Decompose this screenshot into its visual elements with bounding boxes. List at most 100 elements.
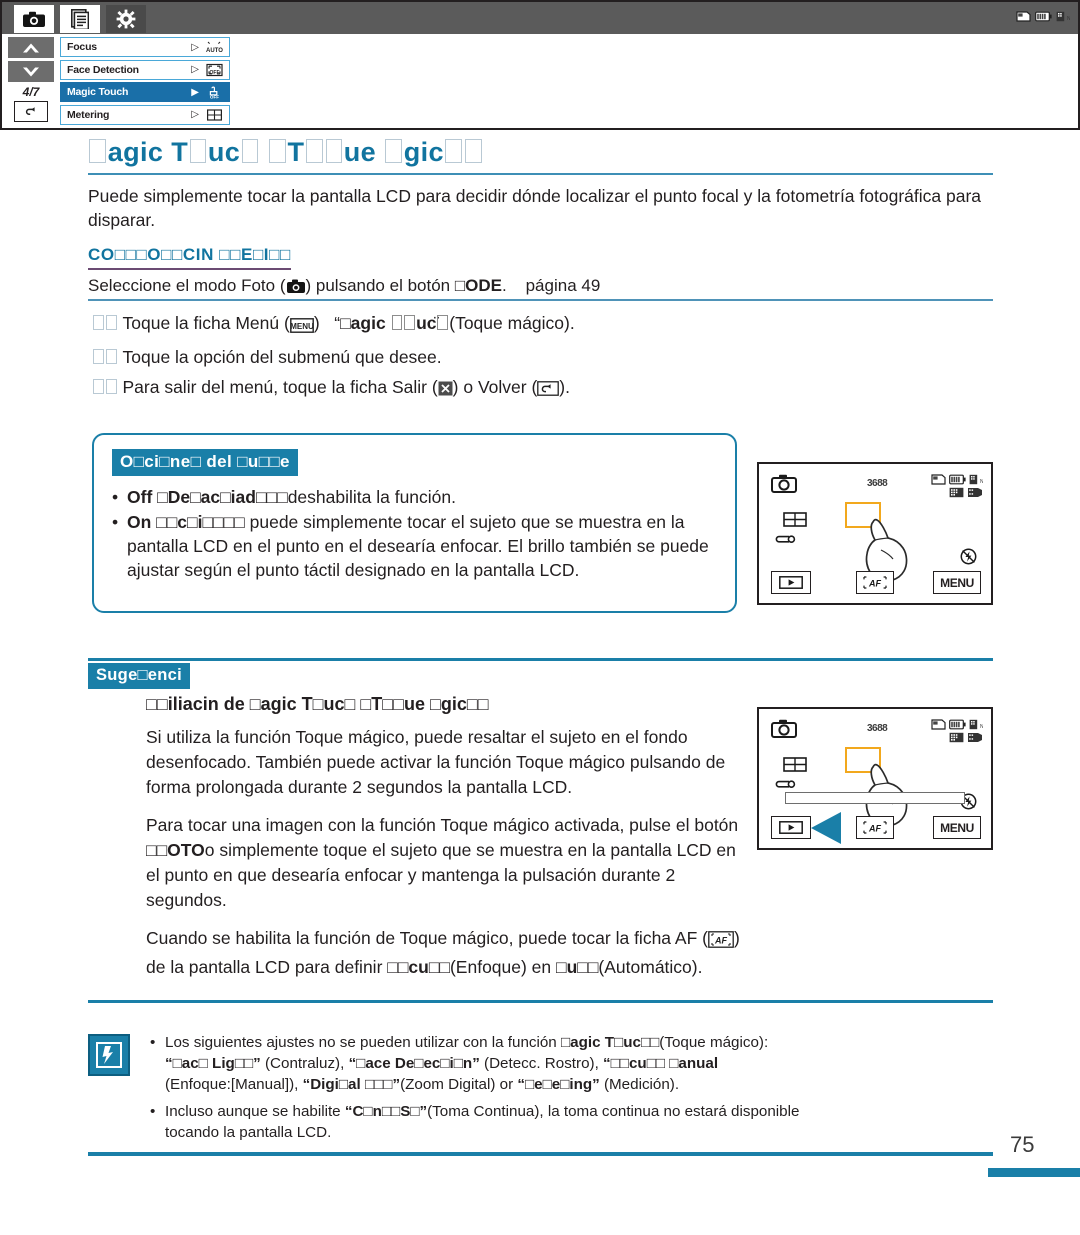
sugerencia-divider: [88, 658, 993, 661]
lcd-preview-screenshot-2: 3688 N AF MENU: [757, 707, 993, 850]
sugerencia-subtitle: □□iliacin de □agic T□uc□ □T□□ue □gic□□: [146, 694, 489, 714]
lcd-row-label: Metering: [67, 108, 110, 121]
lcd-row-face-detection[interactable]: Face Detection ▷ OFF: [60, 59, 230, 80]
sugerencia-paragraph-2: Para tocar una imagen con la función Toq…: [146, 815, 739, 910]
camera-icon: [286, 277, 306, 300]
svg-text:AF: AF: [868, 578, 881, 588]
option-off: • Off □De□ac□iad□□□deshabilita la funció…: [112, 485, 712, 509]
note-item-2: • Incluso aunque se habilite “C□n□□S□”(T…: [150, 1101, 993, 1143]
photo-mode-icon: [771, 474, 797, 498]
battery-icon: [949, 474, 966, 485]
brightness-slider[interactable]: [785, 792, 965, 804]
step-marker-1: [92, 313, 118, 333]
preview-status-indicators: N: [931, 719, 983, 743]
note-list: • Los siguientes ajustes no se pueden ut…: [150, 1032, 993, 1143]
lcd-nav-up-button[interactable]: [8, 37, 54, 58]
auto-focus-icon: AUTO: [203, 39, 225, 55]
option-off-text: Off □De□ac□iad□□□deshabilita la función.: [127, 487, 456, 507]
sugerencia-body: Si utiliza la función Toque mágico, pued…: [146, 725, 746, 980]
face-off-icon: OFF: [203, 62, 225, 78]
options-list: • Off □De□ac□iad□□□deshabilita la funció…: [112, 485, 712, 582]
svg-text:MENU: MENU: [290, 322, 314, 331]
playback-button[interactable]: [771, 816, 811, 839]
intro-paragraph: Puede simplemente tocar la pantalla LCD …: [88, 186, 982, 230]
page-bottom-divider: [88, 1152, 993, 1156]
page-accent-bar: [988, 1168, 1080, 1177]
preview-status-indicators: N: [931, 474, 983, 498]
lcd-camera-tab[interactable]: [14, 5, 54, 33]
chevron-right-icon: ▷: [191, 41, 199, 53]
precheck-divider: [88, 299, 993, 301]
lcd-page-indicator: 4/7: [22, 85, 40, 99]
lcd-menu-rows: Focus ▷ AUTO Face Detection ▷ OFF Magic …: [60, 37, 230, 127]
list-bullet: •: [112, 512, 119, 532]
precheck-heading: CO□□□O□□CIN □□E□I□□: [88, 245, 291, 270]
lcd-menu-body: 4/7 Focus ▷ AUTO Face Detection ▷ OFF Ma…: [0, 34, 1080, 130]
precheck-body: Seleccione el modo Foto ( ) pulsando el …: [88, 274, 983, 300]
lcd-menu-screenshot: N 4/7 Focus ▷ AUTO Face Detection ▷ OFF …: [0, 0, 1080, 130]
manual-page: agic Tuc Tue gic Puede simplemente tocar…: [0, 0, 1080, 1235]
chevron-right-icon: ▷: [191, 64, 199, 75]
lcd-row-label: Face Detection: [67, 63, 139, 76]
note-hand-icon: [88, 1034, 130, 1076]
film-icon: [968, 488, 982, 497]
menu-icon: MENU: [289, 312, 314, 342]
storage-icon: N: [969, 719, 983, 730]
flash-off-icon: [960, 548, 977, 570]
step-2: Toque la opción del submenú que desee.: [92, 342, 732, 372]
storage-icon: N: [1056, 11, 1070, 22]
lcd-preview-screenshot-1: 3688 N AF MENU: [757, 462, 993, 605]
battery-icon: [949, 719, 966, 730]
page-title: agic Tuc Tue gic: [88, 138, 993, 173]
chevron-right-icon: ▷: [191, 109, 199, 120]
lcd-row-magic-touch[interactable]: Magic Touch ▶ OFF: [60, 82, 230, 102]
step-1: Toque la ficha Menú ( MENU ) “□agic uc̈(…: [92, 308, 732, 342]
storage-icon: N: [969, 474, 983, 485]
lcd-row-metering[interactable]: Metering ▷: [60, 104, 230, 125]
list-bullet: •: [150, 1103, 156, 1120]
metering-icon: [203, 107, 225, 123]
note-box: • Los siguientes ajustes no se pueden ut…: [88, 1032, 993, 1149]
memory-card-icon: [1016, 11, 1031, 22]
svg-text:OFF: OFF: [209, 70, 219, 76]
af-icon: AF: [708, 930, 734, 955]
grid-icon: [783, 512, 807, 532]
sugerencia-paragraph-1: Si utiliza la función Toque mágico, pued…: [146, 727, 726, 797]
menu-button[interactable]: MENU: [933, 816, 981, 839]
svg-text:N: N: [980, 724, 983, 730]
lcd-back-button[interactable]: [14, 101, 48, 122]
lcd-row-label: Focus: [67, 41, 97, 53]
sugerencia-paragraph-3: Cuando se habilita la función de Toque m…: [146, 928, 740, 977]
chevron-right-icon: ▶: [191, 86, 199, 98]
back-icon: [537, 375, 560, 405]
svg-text:N: N: [1067, 16, 1070, 22]
lcd-row-label: Magic Touch: [67, 86, 129, 98]
title-divider: [88, 173, 993, 176]
touch-off-icon: OFF: [203, 84, 225, 100]
photo-mode-icon: [771, 719, 797, 743]
af-button[interactable]: AF: [856, 816, 894, 839]
af-button[interactable]: AF: [856, 571, 894, 594]
memory-card-icon: [931, 719, 946, 730]
list-bullet: •: [150, 1034, 156, 1051]
note-item-1: • Los siguientes ajustes no se pueden ut…: [150, 1032, 993, 1095]
menu-button[interactable]: MENU: [933, 571, 981, 594]
svg-text:AUTO: AUTO: [206, 48, 223, 54]
grid-icon: [783, 757, 807, 777]
options-box-title: O□ci□ne□ del □u□□e: [112, 449, 298, 476]
svg-text:OFF: OFF: [209, 94, 218, 99]
page-number: 75: [1010, 1132, 1035, 1157]
quality-icon: [949, 487, 964, 498]
lcd-menu-tab[interactable]: [60, 5, 100, 33]
lcd-nav-down-button[interactable]: [8, 61, 54, 82]
lcd-status-indicators: N: [1016, 11, 1070, 22]
option-on-text: On □□c□i□□□□ puede simplemente tocar el …: [127, 512, 709, 580]
playback-button[interactable]: [771, 571, 811, 594]
lcd-row-focus[interactable]: Focus ▷ AUTO: [60, 37, 230, 57]
memory-card-icon: [931, 474, 946, 485]
lcd-settings-tab[interactable]: [106, 5, 146, 33]
step-marker-2: [92, 347, 118, 367]
steps-list: Toque la ficha Menú ( MENU ) “□agic uc̈(…: [92, 308, 732, 405]
step-3: Para salir del menú, toque la ficha Sali…: [92, 372, 732, 405]
resolution-label: 3688: [867, 478, 888, 489]
